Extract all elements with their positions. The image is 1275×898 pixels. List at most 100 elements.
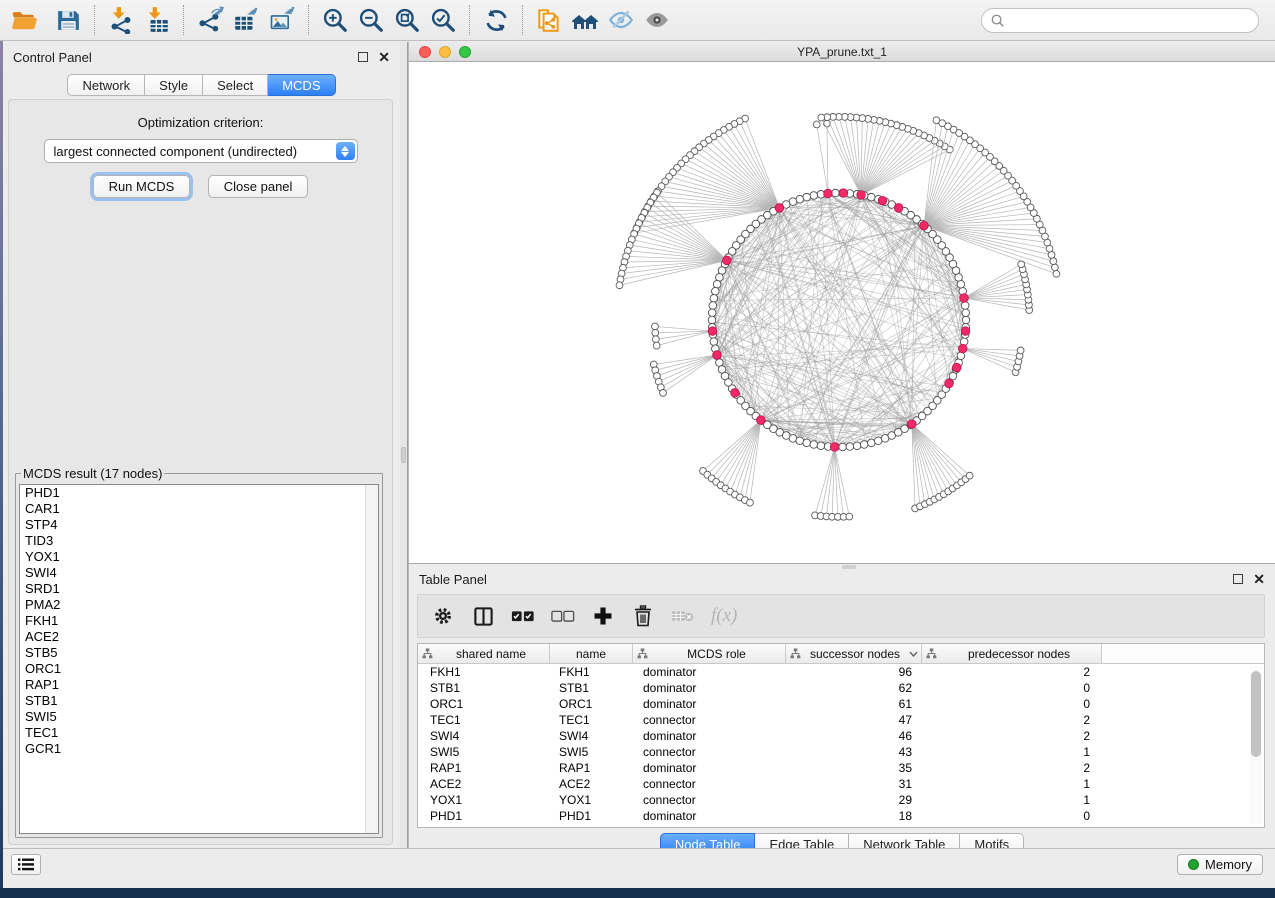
mcds-result-item[interactable]: CAR1 [20, 501, 378, 517]
delete-column-button[interactable] [631, 604, 655, 628]
table-row[interactable]: TEC1TEC1connector472 [418, 712, 1264, 728]
export-network-button[interactable] [192, 2, 228, 38]
tab-style[interactable]: Style [145, 74, 203, 96]
table-row[interactable]: FKH1FKH1dominator962 [418, 664, 1264, 680]
zoom-in-button[interactable] [317, 2, 353, 38]
duplicate-network-button[interactable] [531, 2, 567, 38]
optimization-criterion-label: Optimization criterion: [9, 115, 392, 130]
table-row[interactable]: PHD1PHD1dominator180 [418, 808, 1264, 824]
table-row[interactable]: ORC1ORC1dominator610 [418, 696, 1264, 712]
close-panel-icon[interactable]: ✕ [378, 52, 390, 62]
zoom-in-icon [321, 6, 349, 34]
search-box[interactable] [981, 8, 1259, 33]
refresh-icon [483, 7, 510, 34]
table-cell: 1 [922, 792, 1102, 808]
import-table-button[interactable] [139, 2, 175, 38]
network-window-titlebar[interactable]: YPA_prune.txt_1 [409, 42, 1275, 62]
memory-button[interactable]: Memory [1177, 854, 1263, 875]
export-image-button[interactable] [264, 2, 300, 38]
table-row[interactable]: SWI5SWI5connector431 [418, 744, 1264, 760]
column-header-filler [1102, 644, 1264, 663]
float-panel-icon[interactable] [358, 52, 368, 62]
export-table-button[interactable] [228, 2, 264, 38]
mcds-result-item[interactable]: TID3 [20, 533, 378, 549]
mcds-result-item[interactable]: ACE2 [20, 629, 378, 645]
task-history-button[interactable] [11, 854, 41, 875]
mcds-result-item[interactable]: PMA2 [20, 597, 378, 613]
mcds-result-item[interactable]: YOX1 [20, 549, 378, 565]
tab-select[interactable]: Select [203, 74, 268, 96]
mcds-list-scrollbar[interactable] [365, 485, 378, 833]
mcds-result-item[interactable]: FKH1 [20, 613, 378, 629]
table-scrollbar-thumb[interactable] [1251, 671, 1261, 757]
table-row[interactable]: YOX1YOX1connector291 [418, 792, 1264, 808]
desktop-background [0, 41, 3, 888]
table-cell: TEC1 [550, 712, 633, 728]
table-scrollbar[interactable] [1250, 667, 1262, 824]
mcds-result-item[interactable]: GCR1 [20, 741, 378, 757]
export-image-icon [268, 6, 296, 34]
table-settings-button[interactable] [431, 604, 455, 628]
table-row[interactable]: SWI4SWI4dominator462 [418, 728, 1264, 744]
show-all-nodes-button[interactable] [567, 2, 603, 38]
network-canvas[interactable] [409, 62, 1275, 563]
table-cell: 2 [922, 728, 1102, 744]
zoom-fit-button[interactable] [389, 2, 425, 38]
column-type-icon [926, 648, 937, 659]
export-network-icon [196, 6, 224, 34]
table-row[interactable]: STB1STB1dominator620 [418, 680, 1264, 696]
column-header-predecessor-nodes[interactable]: predecessor nodes [922, 644, 1102, 663]
column-header-name[interactable]: name [550, 644, 633, 663]
open-file-button[interactable] [6, 2, 42, 38]
columns-icon [473, 606, 494, 627]
mcds-result-title: MCDS result (17 nodes) [21, 466, 164, 481]
show-hidden-button[interactable] [639, 2, 675, 38]
splitter-grip[interactable] [401, 447, 406, 463]
close-panel-button[interactable]: Close panel [208, 175, 309, 198]
criterion-dropdown[interactable]: largest connected component (undirected) [44, 139, 358, 163]
mcds-result-item[interactable]: STB5 [20, 645, 378, 661]
deselect-all-button[interactable] [551, 604, 575, 628]
delete-table-button[interactable] [671, 604, 695, 628]
hide-selected-button[interactable] [603, 2, 639, 38]
mcds-result-item[interactable]: TEC1 [20, 725, 378, 741]
import-network-button[interactable] [103, 2, 139, 38]
table-cell: SWI5 [418, 744, 550, 760]
search-input[interactable] [1005, 13, 1258, 27]
show-columns-button[interactable] [471, 604, 495, 628]
zoom-selected-button[interactable] [425, 2, 461, 38]
tab-network[interactable]: Network [67, 74, 145, 96]
float-table-panel-icon[interactable] [1233, 574, 1243, 584]
network-window-title: YPA_prune.txt_1 [409, 45, 1275, 59]
column-header-successor-nodes[interactable]: successor nodes [786, 644, 922, 663]
close-table-panel-icon[interactable]: ✕ [1253, 574, 1265, 584]
main-toolbar [0, 0, 1275, 41]
save-session-button[interactable] [50, 2, 86, 38]
table-row[interactable]: ACE2ACE2connector311 [418, 776, 1264, 792]
column-header-mcds-role[interactable]: MCDS role [633, 644, 786, 663]
tab-mcds[interactable]: MCDS [268, 74, 335, 96]
vertical-splitter[interactable] [400, 42, 408, 858]
refresh-view-button[interactable] [478, 2, 514, 38]
mcds-result-item[interactable]: SRD1 [20, 581, 378, 597]
function-builder-button[interactable]: f(x) [711, 605, 737, 627]
network-view-window: YPA_prune.txt_1 [408, 42, 1275, 563]
mcds-result-item[interactable]: STP4 [20, 517, 378, 533]
add-column-button[interactable] [591, 604, 615, 628]
run-mcds-button[interactable]: Run MCDS [93, 175, 191, 198]
mcds-result-item[interactable]: RAP1 [20, 677, 378, 693]
table-row[interactable]: RAP1RAP1dominator352 [418, 760, 1264, 776]
application-window: Control Panel ✕ Network Style Select MCD… [0, 0, 1275, 888]
mcds-result-item[interactable]: SWI4 [20, 565, 378, 581]
column-header-shared-name[interactable]: shared name [418, 644, 550, 663]
horizontal-splitter-grip[interactable] [842, 565, 856, 569]
select-all-button[interactable] [511, 604, 535, 628]
table-cell: 29 [786, 792, 922, 808]
mcds-result-item[interactable]: ORC1 [20, 661, 378, 677]
mcds-result-item[interactable]: PHD1 [20, 485, 378, 501]
mcds-result-item[interactable]: STB1 [20, 693, 378, 709]
mcds-result-item[interactable]: SWI5 [20, 709, 378, 725]
table-cell: 31 [786, 776, 922, 792]
double-home-icon [570, 6, 600, 34]
zoom-out-button[interactable] [353, 2, 389, 38]
